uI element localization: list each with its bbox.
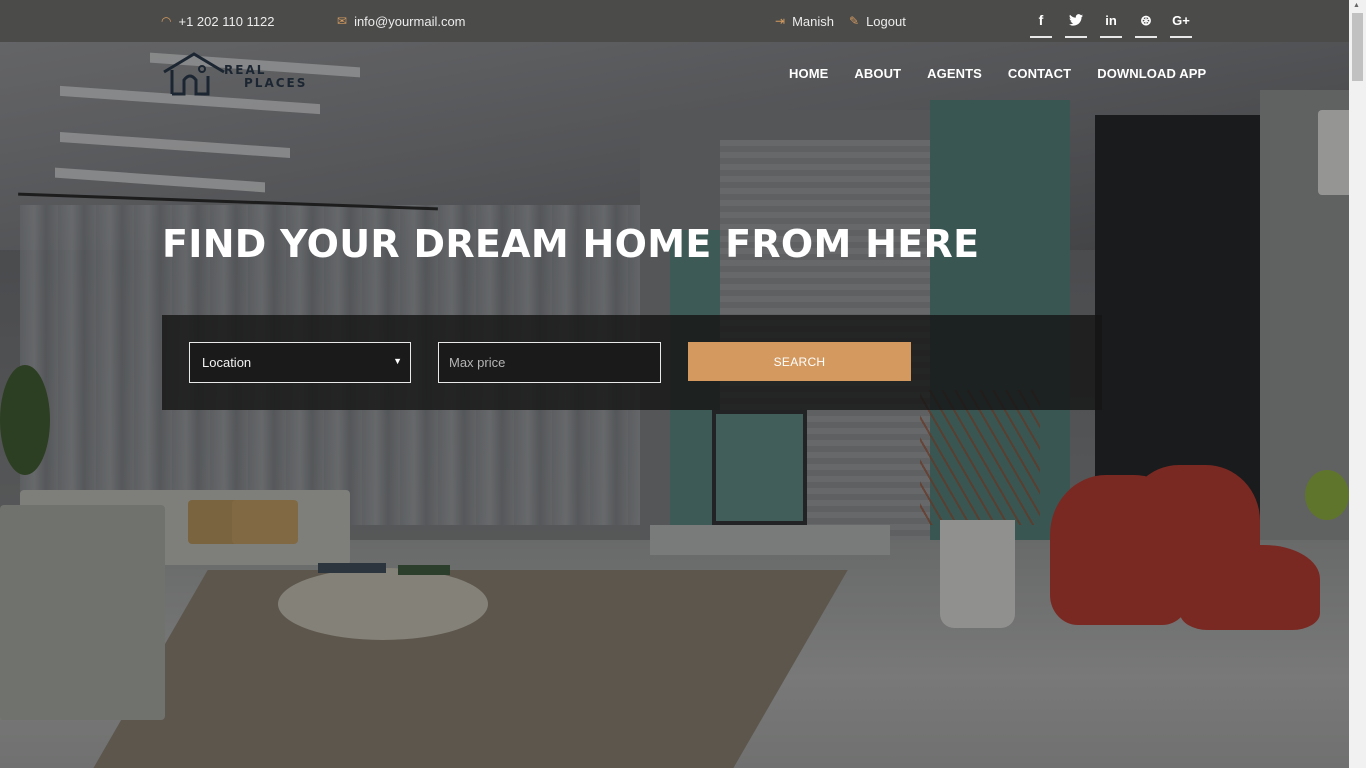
sign-in-icon: ⇥ — [775, 14, 786, 28]
user-account-link[interactable]: ⇥ Manish — [775, 0, 834, 42]
search-button[interactable]: SEARCH — [688, 342, 911, 381]
nav-about[interactable]: ABOUT — [841, 62, 914, 85]
linkedin-icon[interactable]: in — [1100, 5, 1122, 38]
phone-number: +1 202 110 1122 — [178, 13, 275, 29]
logo-line-1: REAL — [224, 63, 267, 77]
facebook-icon[interactable]: f — [1030, 5, 1052, 38]
nav-download-app[interactable]: DOWNLOAD APP — [1084, 62, 1219, 85]
logout-label: Logout — [866, 13, 906, 29]
dribbble-icon[interactable]: ⊛ — [1135, 5, 1157, 38]
scrollbar-thumb[interactable] — [1352, 13, 1363, 81]
phone-contact[interactable]: ◠ +1 202 110 1122 — [161, 0, 275, 42]
main-nav: HOME ABOUT AGENTS CONTACT DOWNLOAD APP — [776, 62, 1219, 85]
user-name: Manish — [792, 13, 834, 29]
location-select[interactable]: Location ▼ — [189, 342, 411, 383]
scroll-up-arrow-icon[interactable]: ▲ — [1353, 2, 1360, 9]
email-contact[interactable]: ✉ info@yourmail.com — [337, 0, 466, 42]
logo-line-2: PLACES — [244, 76, 308, 90]
site-logo[interactable]: REAL PLACES — [162, 50, 332, 98]
nav-contact[interactable]: CONTACT — [995, 62, 1084, 85]
google-plus-icon[interactable]: G+ — [1170, 5, 1192, 38]
house-logo-icon — [163, 52, 225, 96]
nav-home[interactable]: HOME — [776, 62, 841, 85]
email-address: info@yourmail.com — [354, 13, 466, 29]
logout-link[interactable]: ✎ Logout — [849, 0, 906, 42]
envelope-icon: ✉ — [337, 14, 348, 28]
location-select-value: Location — [202, 355, 252, 370]
property-search-panel: Location ▼ SEARCH — [162, 315, 1102, 410]
phone-icon: ◠ — [161, 14, 172, 28]
hero-headline: FIND YOUR DREAM HOME FROM HERE — [162, 222, 980, 266]
page-scrollbar[interactable]: ▲ — [1349, 0, 1366, 768]
max-price-input[interactable] — [438, 342, 661, 383]
twitter-icon[interactable] — [1065, 5, 1087, 38]
caret-down-icon: ▼ — [393, 356, 402, 366]
nav-agents[interactable]: AGENTS — [914, 62, 995, 85]
logo-wordmark: REAL PLACES — [224, 64, 307, 90]
social-links: f in ⊛ G+ — [1030, 0, 1192, 42]
pencil-icon: ✎ — [849, 14, 860, 28]
top-bar: ◠ +1 202 110 1122 ✉ info@yourmail.com ⇥ … — [0, 0, 1349, 42]
twitter-bird-svg — [1069, 14, 1083, 26]
